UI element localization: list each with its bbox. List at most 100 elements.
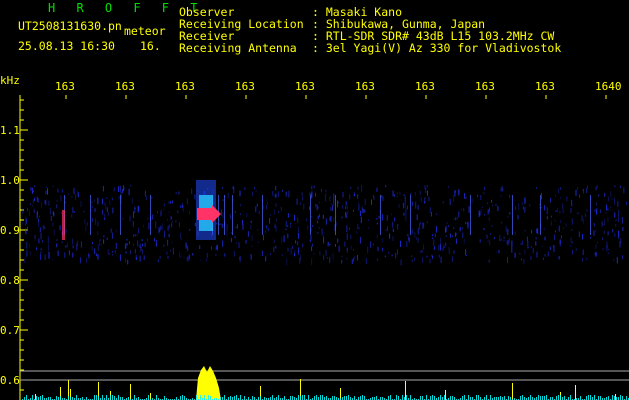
- noise-speck: [287, 247, 289, 252]
- meter-floor: [586, 396, 587, 400]
- noise-speck: [329, 256, 331, 264]
- noise-speck: [376, 258, 378, 261]
- noise-speck: [361, 185, 363, 192]
- noise-streak: [512, 195, 513, 235]
- noise-speck: [255, 190, 257, 192]
- noise-speck: [299, 202, 301, 205]
- noise-speck: [50, 215, 52, 221]
- meter-floor: [184, 396, 185, 400]
- noise-speck: [324, 195, 326, 202]
- spectrogram: [19, 95, 629, 400]
- noise-speck: [453, 217, 455, 221]
- noise-speck: [29, 210, 30, 216]
- meter-floor: [302, 395, 303, 400]
- meter-floor: [210, 396, 211, 400]
- noise-speck: [186, 198, 188, 205]
- noise-speck: [317, 207, 319, 209]
- noise-speck: [601, 221, 603, 227]
- noise-speck: [325, 218, 327, 225]
- noise-speck: [531, 229, 533, 234]
- noise-speck: [618, 209, 620, 217]
- noise-speck: [453, 227, 455, 229]
- noise-speck: [507, 228, 509, 235]
- noise-speck: [599, 209, 601, 213]
- meter-floor: [388, 396, 389, 400]
- noise-speck: [619, 185, 621, 189]
- meter-floor: [594, 395, 595, 400]
- noise-speck: [183, 256, 185, 258]
- meter-floor: [112, 395, 113, 400]
- noise-speck: [359, 210, 361, 217]
- noise-speck: [100, 239, 101, 241]
- noise-speck: [413, 257, 415, 261]
- noise-speck: [508, 238, 510, 244]
- noise-speck: [240, 203, 241, 207]
- noise-speck: [607, 231, 609, 236]
- meter-floor: [272, 395, 273, 400]
- noise-speck: [282, 190, 284, 192]
- noise-speck: [250, 224, 252, 230]
- noise-speck: [517, 214, 519, 220]
- noise-speck: [158, 227, 160, 234]
- noise-speck: [224, 253, 226, 257]
- noise-speck: [298, 226, 299, 233]
- noise-speck: [311, 246, 313, 251]
- noise-speck: [613, 258, 615, 262]
- noise-speck: [94, 208, 96, 212]
- noise-speck: [123, 185, 125, 192]
- meter-floor: [40, 396, 41, 400]
- noise-speck: [326, 256, 328, 259]
- noise-speck: [406, 241, 408, 247]
- noise-speck: [603, 230, 605, 234]
- noise-streak: [540, 195, 541, 235]
- noise-speck: [215, 253, 217, 256]
- noise-speck: [323, 255, 325, 260]
- noise-speck: [536, 187, 538, 189]
- noise-speck: [26, 218, 27, 224]
- noise-speck: [161, 223, 163, 231]
- noise-speck: [79, 257, 81, 264]
- noise-speck: [337, 200, 338, 208]
- noise-speck: [586, 257, 588, 260]
- noise-speck: [483, 228, 485, 231]
- noise-speck: [332, 252, 334, 260]
- noise-speck: [111, 197, 113, 201]
- noise-speck: [275, 193, 277, 199]
- noise-speck: [622, 255, 624, 260]
- noise-speck: [328, 242, 330, 245]
- noise-speck: [482, 206, 483, 208]
- noise-speck: [32, 204, 34, 207]
- noise-speck: [400, 259, 402, 266]
- meter-spike: [130, 384, 131, 400]
- noise-speck: [415, 201, 417, 209]
- noise-speck: [438, 254, 440, 258]
- noise-speck: [450, 243, 452, 245]
- noise-speck: [439, 244, 441, 251]
- noise-speck: [312, 225, 313, 227]
- noise-speck: [318, 227, 320, 229]
- noise-speck: [554, 194, 556, 197]
- meter-floor: [284, 396, 285, 400]
- noise-speck: [144, 190, 146, 197]
- noise-speck: [56, 204, 58, 209]
- noise-speck: [507, 215, 509, 218]
- meter-floor: [546, 395, 547, 400]
- noise-speck: [40, 248, 42, 251]
- noise-speck: [168, 224, 170, 229]
- noise-speck: [467, 222, 469, 227]
- noise-speck: [581, 215, 583, 222]
- meter-spike: [35, 394, 36, 400]
- noise-speck: [322, 235, 324, 238]
- noise-speck: [618, 216, 619, 223]
- noise-speck: [317, 220, 319, 224]
- noise-speck: [419, 223, 421, 230]
- noise-speck: [345, 201, 347, 206]
- noise-speck: [511, 240, 513, 247]
- noise-speck: [428, 196, 430, 202]
- noise-speck: [538, 203, 540, 206]
- noise-speck: [407, 234, 409, 237]
- echo-trace: [62, 210, 65, 240]
- noise-speck: [535, 241, 537, 246]
- noise-speck: [57, 250, 59, 257]
- noise-speck: [222, 240, 224, 247]
